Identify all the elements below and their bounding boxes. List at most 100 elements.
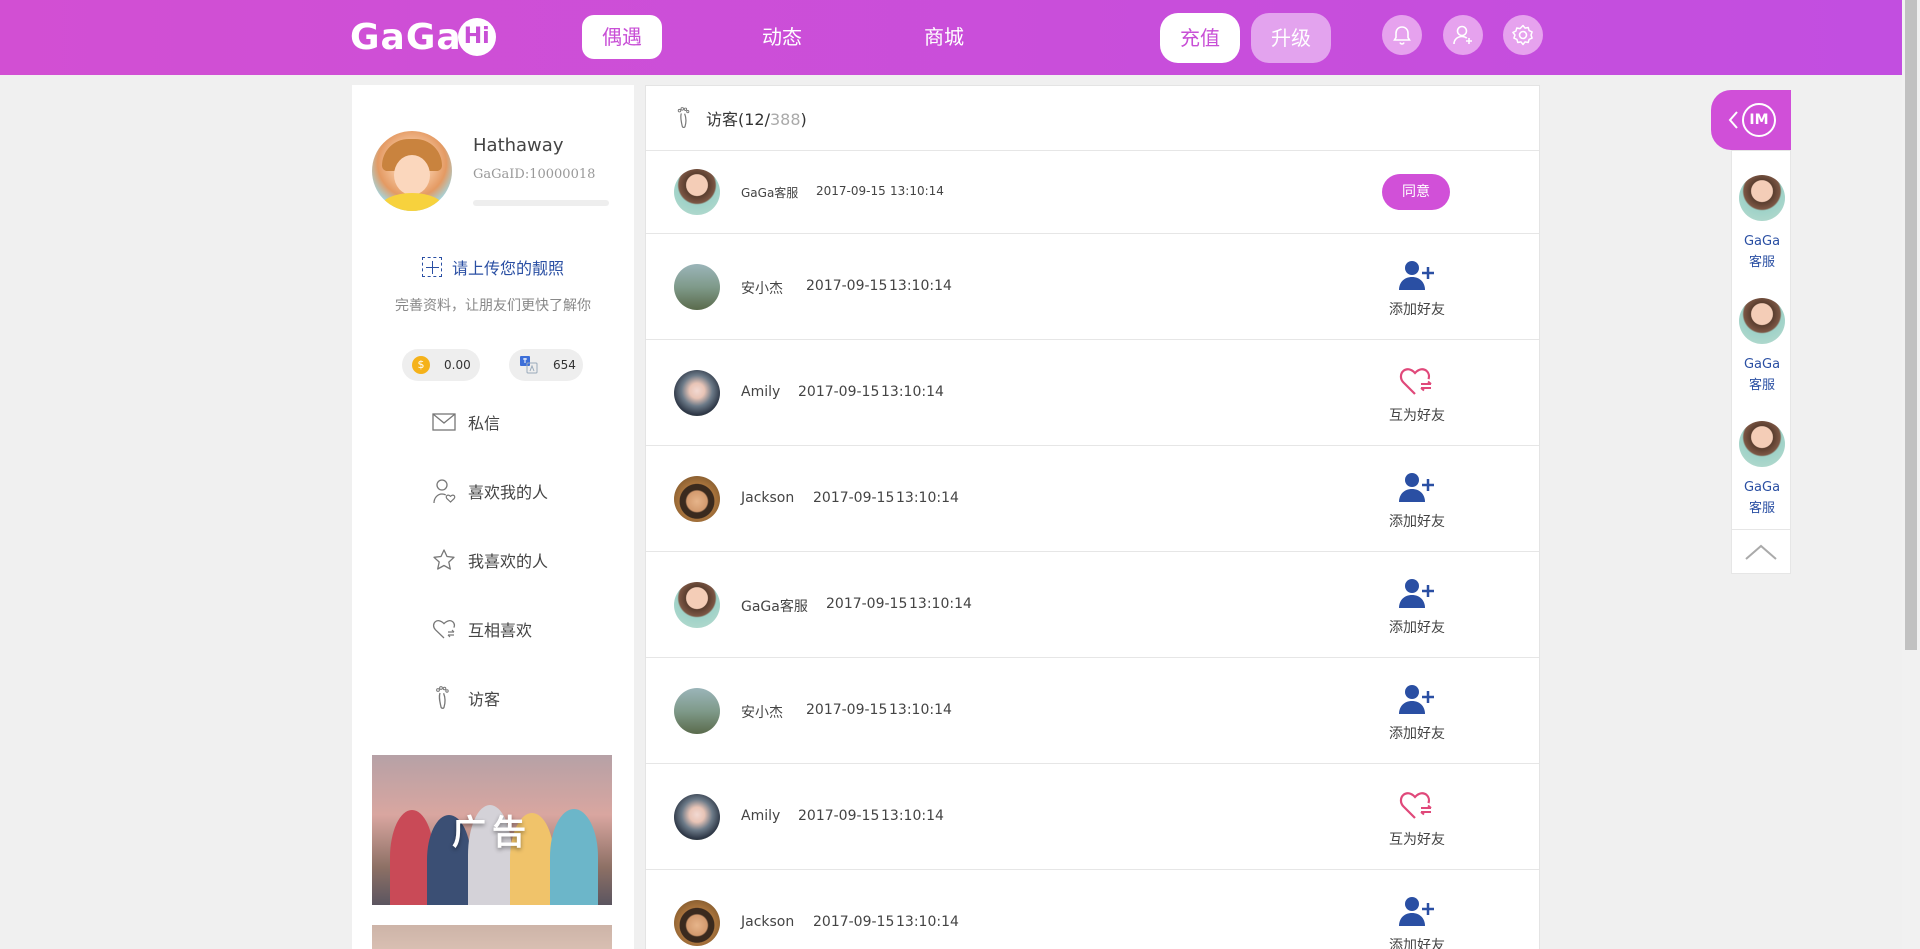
visitor-avatar[interactable]: [674, 476, 720, 522]
upload-photo-link[interactable]: 请上传您的靓照: [422, 255, 564, 279]
profile-hint: 完善资料，让朋友们更快了解你: [395, 298, 591, 314]
visitor-avatar[interactable]: [674, 582, 720, 628]
visit-time: 13:10:14: [896, 914, 959, 930]
nav-moments[interactable]: 动态: [742, 15, 822, 59]
im-contact-avatar: [1739, 175, 1785, 221]
user-heart-icon: [433, 479, 456, 504]
visitor-row[interactable]: Amily 2017-09-15 13:10:14 互为好友: [646, 764, 1539, 870]
profile-progress-bar: [473, 200, 609, 206]
mutual-friend-status[interactable]: 互为好友: [1382, 789, 1452, 849]
im-contact-list: GaGa 客服 GaGa 客服 GaGa 客服: [1731, 150, 1791, 574]
visit-time: 13:10:14: [881, 808, 944, 824]
visit-date: 2017-09-15: [813, 490, 895, 506]
mutual-friend-status[interactable]: 互为好友: [1382, 365, 1452, 425]
visitor-avatar[interactable]: [674, 264, 720, 310]
menu-label: 访客: [468, 690, 501, 709]
im-contact[interactable]: GaGa 客服: [1732, 421, 1792, 519]
im-badge: IM: [1742, 103, 1776, 137]
add-friend-button[interactable]: 添加好友: [1382, 683, 1452, 743]
visitors-panel: 访客(12/388) GaGa客服 2017-09-15 13:10:14 同意…: [645, 85, 1540, 949]
scrollbar-thumb[interactable]: [1905, 0, 1917, 650]
chevron-up-icon: [1745, 544, 1777, 560]
ad-banner-2[interactable]: [372, 925, 612, 949]
visitor-name[interactable]: Amily: [741, 808, 780, 824]
visitors-header: 访客(12/388): [646, 86, 1539, 151]
user-id: GaGaID:10000018: [473, 167, 596, 182]
visitor-row[interactable]: Amily 2017-09-15 13:10:14 互为好友: [646, 340, 1539, 446]
action-label: 添加好友: [1389, 726, 1445, 742]
visitor-avatar[interactable]: [674, 169, 720, 215]
visitor-row[interactable]: Jackson 2017-09-15 13:10:14 添加好友: [646, 446, 1539, 552]
nav-mall[interactable]: 商城: [904, 15, 984, 59]
im-contact[interactable]: GaGa 客服: [1732, 175, 1792, 273]
visitor-avatar[interactable]: [674, 688, 720, 734]
menu-i-like[interactable]: 我喜欢的人: [432, 545, 548, 575]
visit-time: 13:10:14: [881, 384, 944, 400]
add-user-icon: [1399, 685, 1434, 714]
visit-date: 2017-09-15: [798, 384, 880, 400]
agree-button[interactable]: 同意: [1382, 174, 1450, 210]
chevron-left-icon: [1728, 111, 1738, 129]
visitor-row[interactable]: 安小杰 2017-09-15 13:10:14 添加好友: [646, 234, 1539, 340]
menu-messages[interactable]: 私信: [432, 407, 500, 437]
ad-banner[interactable]: 广告: [372, 755, 612, 905]
visitors-total: 388: [770, 110, 801, 129]
menu-label: 我喜欢的人: [468, 552, 549, 571]
add-friend-button[interactable]: 添加好友: [1382, 895, 1452, 949]
logo-badge: Hi: [457, 18, 496, 56]
gear-icon[interactable]: [1503, 15, 1543, 55]
im-toggle-tab[interactable]: IM: [1711, 90, 1791, 150]
recharge-button[interactable]: 充值: [1160, 13, 1240, 63]
footprint-icon: [677, 107, 690, 129]
avatar[interactable]: [372, 131, 452, 211]
visit-time: 13:10:14: [889, 702, 952, 718]
visit-date: 2017-09-15: [826, 596, 908, 612]
star-icon: [433, 549, 455, 570]
menu-liked-me[interactable]: 喜欢我的人: [432, 476, 548, 506]
visitor-avatar[interactable]: [674, 900, 720, 946]
visitor-name[interactable]: Jackson: [741, 914, 794, 930]
user-icon[interactable]: [1443, 15, 1483, 55]
visitor-avatar[interactable]: [674, 794, 720, 840]
coin-balance[interactable]: $ 0.00: [402, 349, 480, 381]
nav-encounter[interactable]: 偶遇: [582, 15, 662, 59]
visit-time: 13:10:14: [889, 278, 952, 294]
add-friend-button[interactable]: 添加好友: [1382, 259, 1452, 319]
action-label: 添加好友: [1389, 938, 1445, 949]
action-label: 互为好友: [1389, 408, 1445, 424]
visit-date: 2017-09-15: [798, 808, 880, 824]
visitor-row[interactable]: Jackson 2017-09-15 13:10:14 添加好友: [646, 870, 1539, 949]
visitor-name[interactable]: Amily: [741, 384, 780, 400]
visitor-name[interactable]: 安小杰: [741, 278, 783, 298]
profile-sidebar: Hathaway GaGaID:10000018 请上传您的靓照 完善资料，让朋…: [352, 85, 634, 949]
visit-date: 2017-09-15: [816, 184, 886, 198]
visitor-avatar[interactable]: [674, 370, 720, 416]
add-user-icon: [1399, 261, 1434, 290]
menu-mutual-likes[interactable]: 互相喜欢: [432, 614, 532, 644]
menu-visitors[interactable]: 访客: [432, 683, 500, 713]
add-friend-button[interactable]: 添加好友: [1382, 471, 1452, 531]
mutual-heart-icon: [1399, 368, 1432, 395]
im-contact[interactable]: GaGa 客服: [1732, 298, 1792, 396]
points-balance[interactable]: 654: [509, 349, 583, 381]
menu-label: 喜欢我的人: [468, 483, 549, 502]
visitor-row[interactable]: GaGa客服 2017-09-15 13:10:14 同意: [646, 152, 1539, 234]
visitor-name[interactable]: GaGa客服: [741, 596, 808, 616]
bell-icon[interactable]: [1382, 15, 1422, 55]
add-friend-button[interactable]: 添加好友: [1382, 577, 1452, 637]
visitor-name[interactable]: Jackson: [741, 490, 794, 506]
scroll-to-top-button[interactable]: [1732, 529, 1790, 573]
envelope-icon: [432, 413, 456, 431]
visitor-name[interactable]: 安小杰: [741, 702, 783, 722]
upgrade-button[interactable]: 升级: [1251, 13, 1331, 63]
visitor-row[interactable]: 安小杰 2017-09-15 13:10:14 添加好友: [646, 658, 1539, 764]
logo[interactable]: GaGa Hi: [350, 14, 496, 60]
visitor-row[interactable]: GaGa客服 2017-09-15 13:10:14 添加好友: [646, 552, 1539, 658]
coin-icon: $: [412, 356, 430, 374]
add-user-icon: [1399, 579, 1434, 608]
visit-time: 13:10:14: [896, 490, 959, 506]
top-header: GaGa Hi 偶遇 动态 商城 充值 升级: [0, 0, 1902, 75]
translate-icon: [519, 355, 539, 375]
visitor-name[interactable]: GaGa客服: [741, 184, 798, 201]
footprint-icon: [436, 686, 449, 709]
